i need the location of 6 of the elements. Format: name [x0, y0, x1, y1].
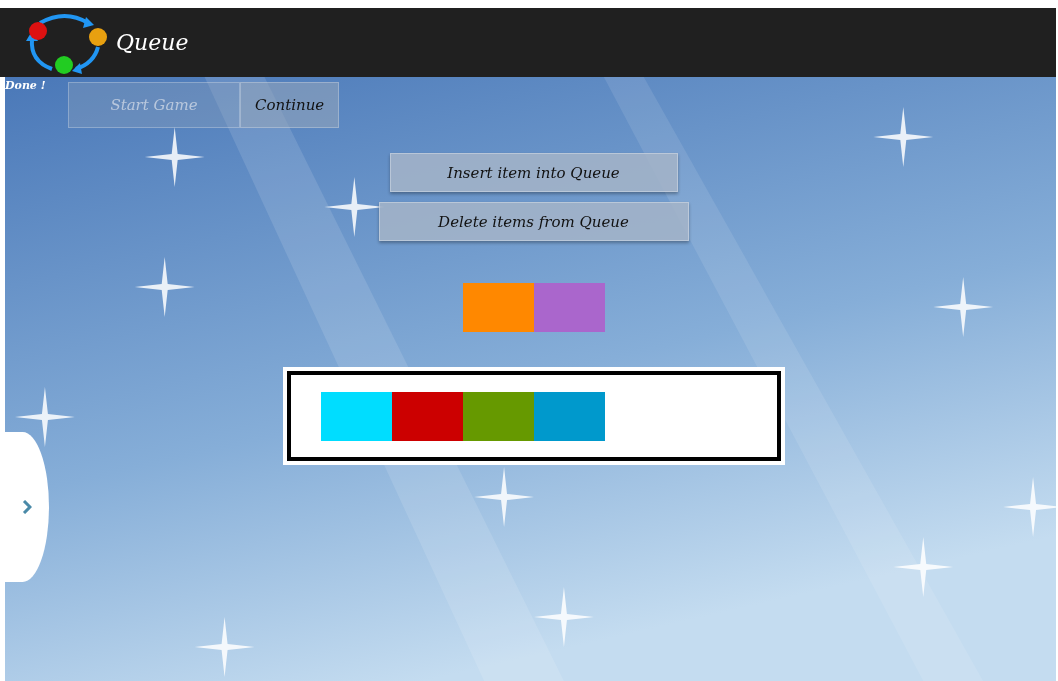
- status-text: Done !: [5, 79, 47, 92]
- chevron-right-icon: [22, 500, 32, 514]
- app-title: Queue: [116, 30, 189, 55]
- game-button[interactable]: Continue: [240, 82, 340, 128]
- queue-action-button[interactable]: Insert item into Queue: [389, 153, 678, 192]
- queue-action-button[interactable]: Delete items from Queue: [378, 202, 689, 241]
